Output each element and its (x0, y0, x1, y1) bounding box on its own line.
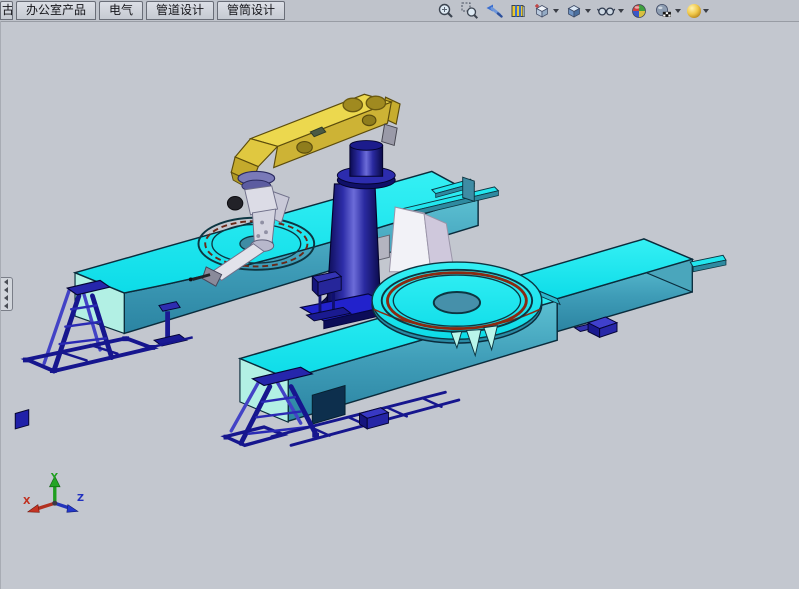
tab-piping-design[interactable]: 管道设计 (146, 1, 214, 20)
orientation-triad: Y X Z (23, 472, 84, 512)
graphics-viewport[interactable]: Y X Z (0, 21, 799, 589)
zoom-to-fit-icon[interactable] (437, 2, 455, 20)
apply-scene-icon[interactable] (654, 2, 681, 20)
rail-bracket-box[interactable] (360, 408, 389, 429)
triad-z-label: Z (77, 493, 84, 504)
zoom-to-area-icon[interactable] (461, 2, 479, 20)
view-settings-caret[interactable] (703, 9, 709, 13)
display-style-caret[interactable] (585, 9, 591, 13)
hide-show-items-icon[interactable] (597, 2, 624, 20)
tab-office-products[interactable]: 办公室产品 (16, 1, 96, 20)
view-settings-ball (687, 4, 701, 18)
view-orientation-icon[interactable] (533, 2, 559, 20)
hide-show-items-caret[interactable] (618, 9, 624, 13)
tab-electrical[interactable]: 电气 (99, 1, 143, 20)
tab-partial[interactable]: 古 (0, 1, 13, 20)
section-view-icon[interactable] (509, 2, 527, 20)
triad-x-label: X (23, 496, 31, 507)
command-manager-strip: 古 办公室产品 电气 管道设计 管筒设计 (0, 0, 799, 22)
triad-y-label: Y (50, 472, 59, 483)
edit-appearance-icon[interactable] (630, 2, 648, 20)
previous-view-icon[interactable] (485, 2, 503, 20)
view-settings-icon[interactable] (687, 4, 709, 18)
tab-tubing-design[interactable]: 管筒设计 (217, 1, 285, 20)
front-slewing-ring[interactable] (372, 262, 542, 343)
corner-fragment[interactable] (15, 410, 29, 429)
solidworks-window: 古 办公室产品 电气 管道设计 管筒设计 (0, 0, 799, 589)
command-tabs: 古 办公室产品 电气 管道设计 管筒设计 (0, 1, 285, 20)
view-orientation-caret[interactable] (553, 9, 559, 13)
apply-scene-caret[interactable] (675, 9, 681, 13)
robot-pedestal[interactable] (337, 141, 395, 189)
display-style-icon[interactable] (565, 2, 591, 20)
headsup-view-toolbar (437, 1, 709, 20)
model-scene: Y X Z (1, 21, 799, 589)
